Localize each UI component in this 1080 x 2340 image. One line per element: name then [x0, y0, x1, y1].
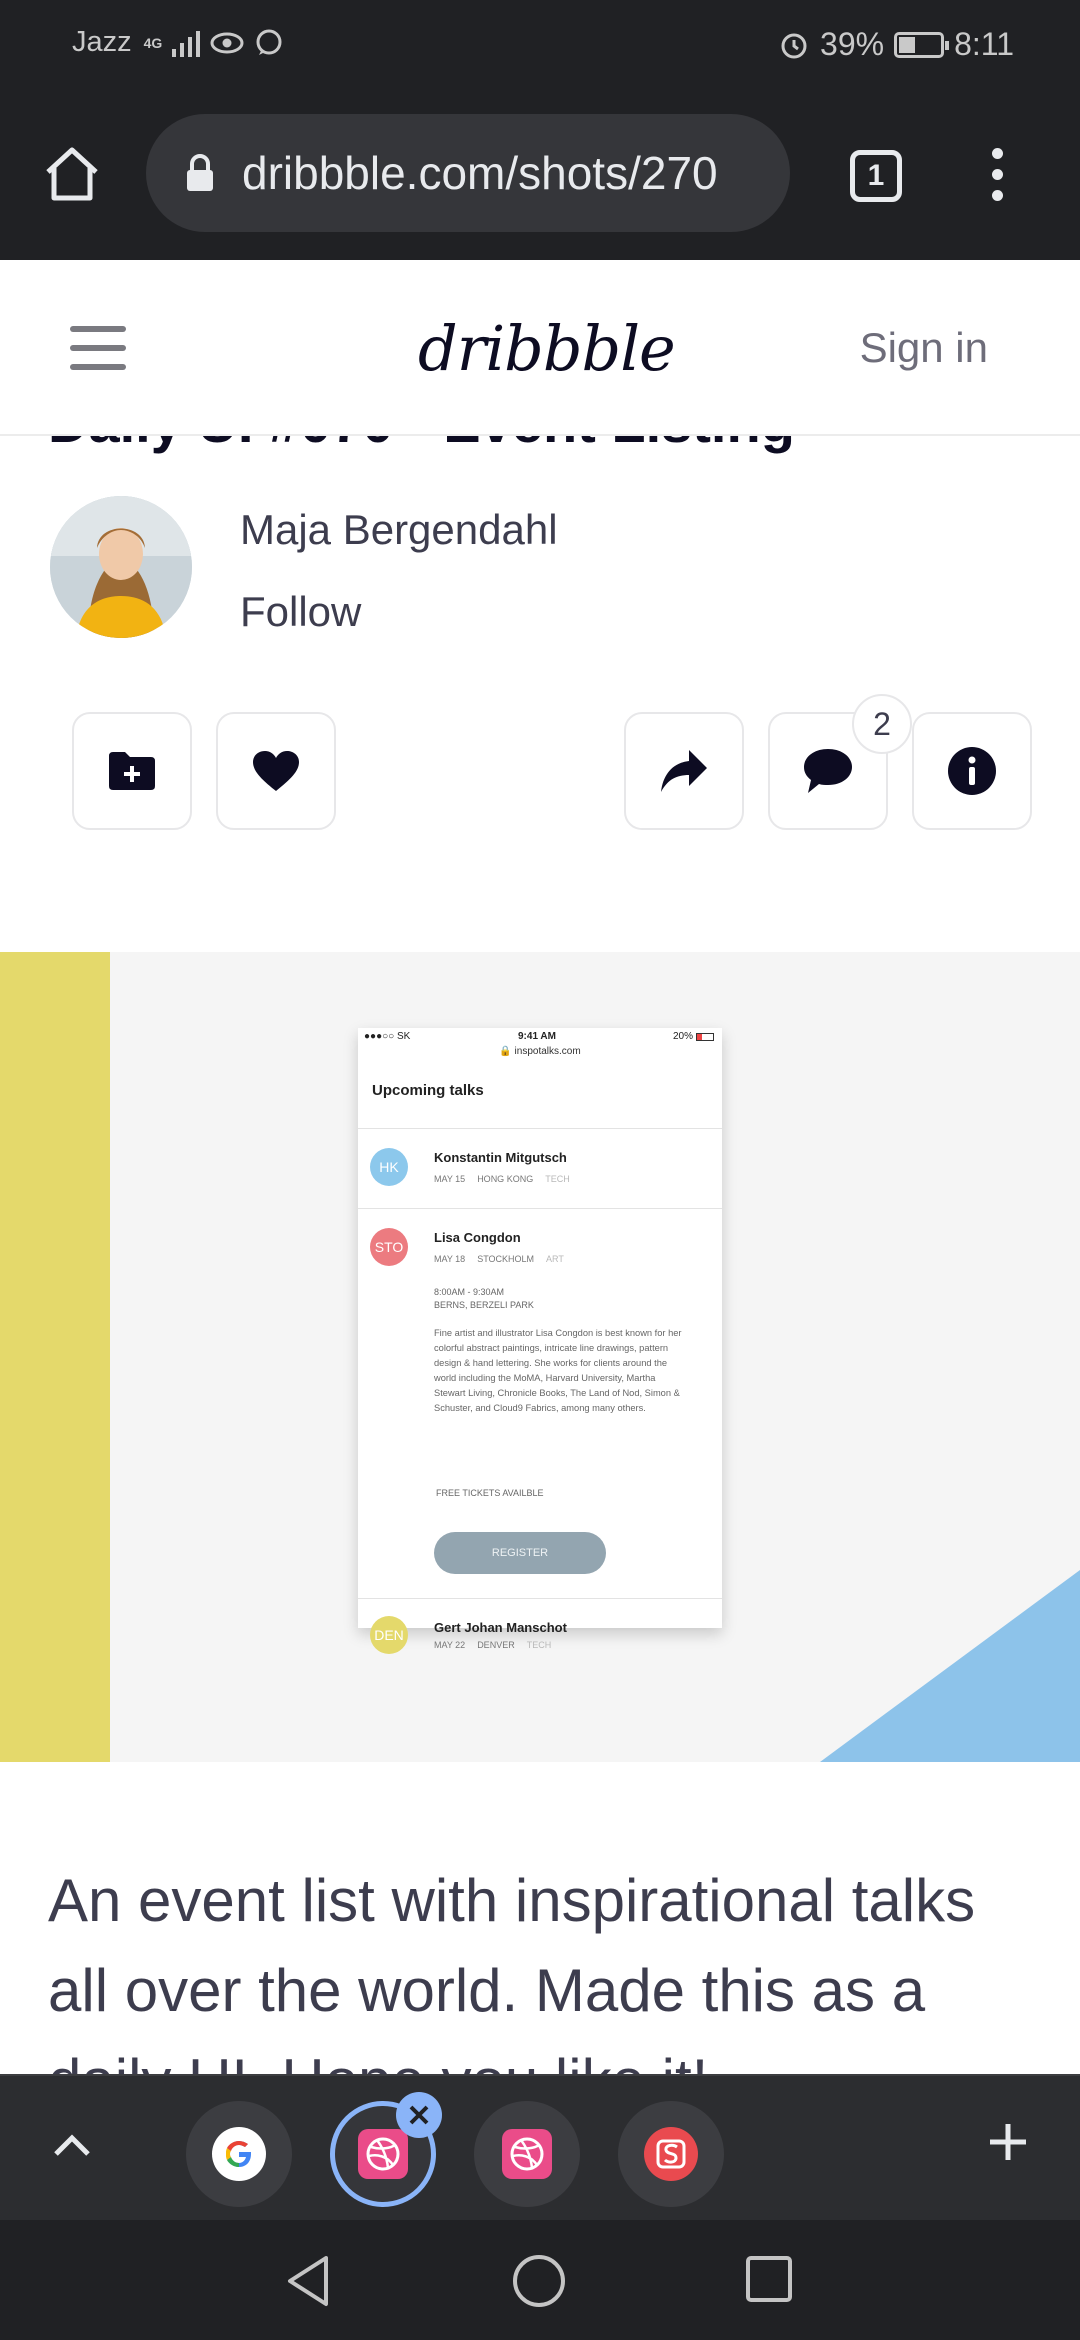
decor-blue-triangle — [820, 1570, 1080, 1762]
home-icon[interactable] — [40, 142, 104, 206]
event-avatar: DEN — [370, 1616, 408, 1654]
tab-strip — [0, 2074, 1080, 2220]
close-icon — [409, 2105, 429, 2125]
event-speaker: Konstantin Mitgutsch — [434, 1150, 567, 1165]
tab-google[interactable] — [186, 2101, 292, 2207]
details-button[interactable] — [912, 712, 1032, 830]
tab-switcher-button[interactable]: 1 — [850, 150, 902, 202]
comment-count-badge: 2 — [852, 694, 912, 754]
mockup-time: 9:41 AM — [518, 1031, 556, 1042]
status-right: 39% 8:11 — [778, 26, 1014, 63]
whatsapp-icon — [256, 29, 282, 55]
follow-button[interactable]: Follow — [240, 588, 361, 636]
folder-add-icon — [109, 752, 155, 790]
eye-icon — [210, 32, 244, 53]
url-text[interactable]: dribbble.com/shots/270 — [242, 146, 762, 200]
mockup-status-bar: ●●●○○ SK 9:41 AM 20% — [358, 1028, 722, 1046]
battery-percent: 39% — [820, 26, 885, 62]
new-tab-plus-icon[interactable] — [986, 2120, 1030, 2164]
dribbble-icon — [502, 2129, 552, 2179]
phone-mockup: ●●●○○ SK 9:41 AM 20% 🔒 inspotalks.com Up… — [358, 1028, 722, 1654]
divider — [358, 1128, 722, 1129]
clock: 8:11 — [954, 26, 1014, 62]
mockup-register-button: REGISTER — [434, 1532, 606, 1574]
tab-dribbble[interactable] — [474, 2101, 580, 2207]
network-type: 4G — [143, 34, 163, 51]
mockup-url: 🔒 inspotalks.com — [499, 1046, 581, 1057]
close-tab-button[interactable] — [396, 2092, 442, 2138]
save-to-collection-button[interactable] — [72, 712, 192, 830]
alarm-icon — [781, 33, 807, 58]
more-vert-icon[interactable] — [982, 148, 1012, 208]
share-button[interactable] — [624, 712, 744, 830]
shot-image[interactable]: ●●●○○ SK 9:41 AM 20% 🔒 inspotalks.com Up… — [0, 952, 1080, 1762]
mockup-signal: ●●●○○ SK — [364, 1031, 411, 1042]
event-avatar: HK — [370, 1148, 408, 1186]
comment-icon — [804, 749, 852, 793]
lock-icon — [187, 154, 213, 191]
carrier-label: Jazz — [72, 26, 132, 58]
event-speaker: Gert Johan Manschot — [434, 1620, 567, 1635]
author-name[interactable]: Maja Bergendahl — [240, 506, 558, 554]
event-avatar: STO — [370, 1228, 408, 1266]
event-time: 8:00AM - 9:30AM BERNS, BERZELI PARK — [434, 1287, 534, 1310]
like-button[interactable] — [216, 712, 336, 830]
event-meta: MAY 22 DENVER TECH — [434, 1640, 552, 1650]
recents-icon[interactable] — [744, 2254, 794, 2304]
divider — [358, 1208, 722, 1209]
decor-yellow-bar — [0, 952, 110, 1762]
tab-other-site[interactable] — [618, 2101, 724, 2207]
avatar[interactable] — [50, 496, 192, 638]
home-circle-icon[interactable] — [512, 2254, 566, 2308]
info-icon — [948, 747, 996, 795]
site-favicon-icon — [644, 2127, 698, 2181]
event-bio: Fine artist and illustrator Lisa Congdon… — [434, 1328, 682, 1413]
chevron-up-icon[interactable] — [50, 2124, 94, 2168]
event-speaker: Lisa Congdon — [434, 1230, 521, 1245]
google-icon — [212, 2127, 266, 2181]
signal-icon — [172, 29, 201, 57]
address-bar[interactable]: dribbble.com/shots/270 — [146, 114, 790, 232]
mockup-battery: 20% — [673, 1031, 714, 1042]
menu-icon[interactable] — [70, 326, 126, 370]
share-icon — [661, 750, 707, 792]
dribbble-logo[interactable]: dribbble — [418, 312, 676, 385]
dribbble-icon — [358, 2129, 408, 2179]
battery-icon — [894, 31, 950, 58]
mockup-heading: Upcoming talks — [372, 1082, 484, 1099]
event-free-tickets: FREE TICKETS AVAILBLE — [436, 1488, 544, 1498]
site-header: dribbble Sign in — [0, 260, 1080, 436]
system-nav-bar — [0, 2220, 1080, 2340]
browser-toolbar: dribbble.com/shots/270 1 — [0, 92, 1080, 260]
heart-icon — [253, 751, 299, 791]
status-bar: Jazz 4G 39% 8:11 — [0, 0, 1080, 92]
event-meta: MAY 18 STOCKHOLM ART — [434, 1254, 564, 1264]
back-icon[interactable] — [284, 2254, 332, 2308]
event-meta: MAY 15 HONG KONG TECH — [434, 1174, 570, 1184]
status-left: Jazz 4G — [72, 26, 284, 59]
divider — [358, 1598, 722, 1599]
sign-in-link[interactable]: Sign in — [860, 324, 988, 372]
